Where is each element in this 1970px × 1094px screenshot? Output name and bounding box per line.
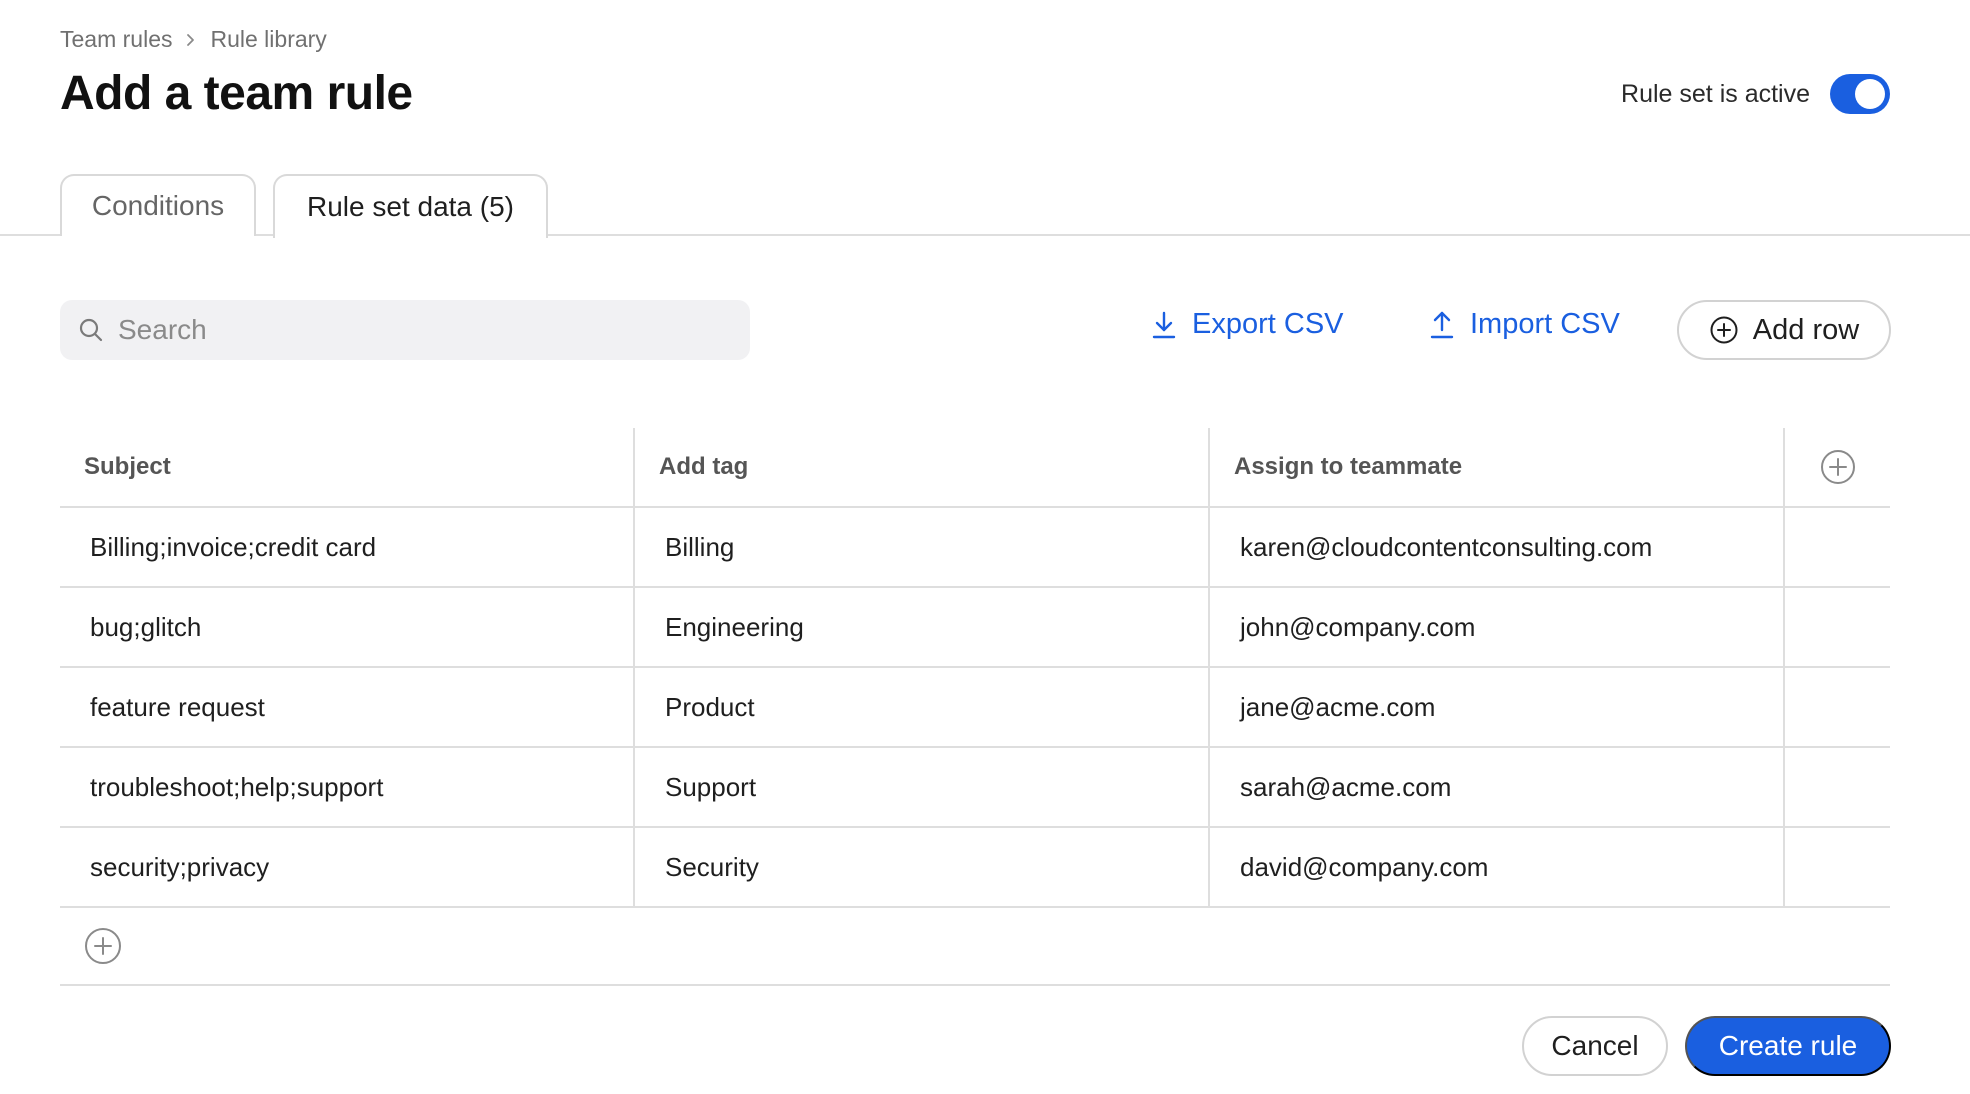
column-header-add-tag[interactable]: Add tag [635, 428, 1210, 506]
tab-rule-set-data[interactable]: Rule set data (5) [273, 174, 548, 238]
ruleset-active-toggle[interactable] [1830, 74, 1890, 114]
ruleset-active-control: Rule set is active [1621, 74, 1890, 114]
add-row-label: Add row [1752, 313, 1860, 346]
search-icon [78, 317, 104, 343]
download-icon [1150, 310, 1178, 340]
import-csv-label: Import CSV [1470, 308, 1620, 340]
cell-subject[interactable]: feature request [60, 668, 635, 746]
breadcrumb-item-team-rules[interactable]: Team rules [60, 26, 172, 53]
cell-assign-to-teammate[interactable]: david@company.com [1210, 828, 1785, 906]
cell-add-tag[interactable]: Billing [635, 508, 1210, 586]
plus-circle-icon [1820, 449, 1856, 485]
table-row: bug;glitch Engineering john@company.com [60, 588, 1890, 668]
breadcrumb-item-rule-library[interactable]: Rule library [210, 26, 326, 53]
page-title: Add a team rule [60, 67, 413, 120]
cell-add-tag[interactable]: Engineering [635, 588, 1210, 666]
table-row: feature request Product jane@acme.com [60, 668, 1890, 748]
ruleset-active-label: Rule set is active [1621, 79, 1810, 108]
cell-actions [1785, 828, 1890, 906]
cell-add-tag[interactable]: Support [635, 748, 1210, 826]
cell-actions [1785, 508, 1890, 586]
cell-subject[interactable]: bug;glitch [60, 588, 635, 666]
table-row: security;privacy Security david@company.… [60, 828, 1890, 908]
chevron-right-icon [184, 33, 198, 47]
column-header-assign-to-teammate[interactable]: Assign to teammate [1210, 428, 1785, 506]
tab-conditions[interactable]: Conditions [60, 174, 256, 236]
upload-icon [1428, 310, 1456, 340]
rule-set-table: Subject Add tag Assign to teammate Billi… [60, 428, 1890, 986]
cell-subject[interactable]: security;privacy [60, 828, 635, 906]
cell-add-tag[interactable]: Security [635, 828, 1210, 906]
cell-assign-to-teammate[interactable]: karen@cloudcontentconsulting.com [1210, 508, 1785, 586]
breadcrumb: Team rules Rule library [60, 26, 327, 53]
table-header-row: Subject Add tag Assign to teammate [60, 428, 1890, 508]
column-header-subject[interactable]: Subject [60, 428, 635, 506]
cell-subject[interactable]: Billing;invoice;credit card [60, 508, 635, 586]
cell-actions [1785, 748, 1890, 826]
export-csv-button[interactable]: Export CSV [1150, 308, 1344, 341]
add-row-button[interactable]: Add row [1677, 300, 1891, 360]
cell-add-tag[interactable]: Product [635, 668, 1210, 746]
cell-actions [1785, 588, 1890, 666]
table-add-row-line [60, 908, 1890, 986]
search-input[interactable] [118, 314, 718, 346]
add-column-button[interactable] [1785, 428, 1890, 506]
cancel-button[interactable]: Cancel [1522, 1016, 1668, 1076]
tab-bar: Conditions Rule set data (5) [0, 174, 1970, 238]
plus-circle-icon[interactable] [84, 927, 122, 965]
search-box [60, 300, 750, 360]
plus-circle-icon [1709, 315, 1739, 345]
toggle-knob [1855, 79, 1885, 109]
create-rule-button[interactable]: Create rule [1685, 1016, 1891, 1076]
cell-assign-to-teammate[interactable]: john@company.com [1210, 588, 1785, 666]
table-row: troubleshoot;help;support Support sarah@… [60, 748, 1890, 828]
cell-subject[interactable]: troubleshoot;help;support [60, 748, 635, 826]
table-row: Billing;invoice;credit card Billing kare… [60, 508, 1890, 588]
import-csv-button[interactable]: Import CSV [1428, 308, 1620, 341]
export-csv-label: Export CSV [1192, 308, 1344, 340]
cell-actions [1785, 668, 1890, 746]
cell-assign-to-teammate[interactable]: jane@acme.com [1210, 668, 1785, 746]
cell-assign-to-teammate[interactable]: sarah@acme.com [1210, 748, 1785, 826]
